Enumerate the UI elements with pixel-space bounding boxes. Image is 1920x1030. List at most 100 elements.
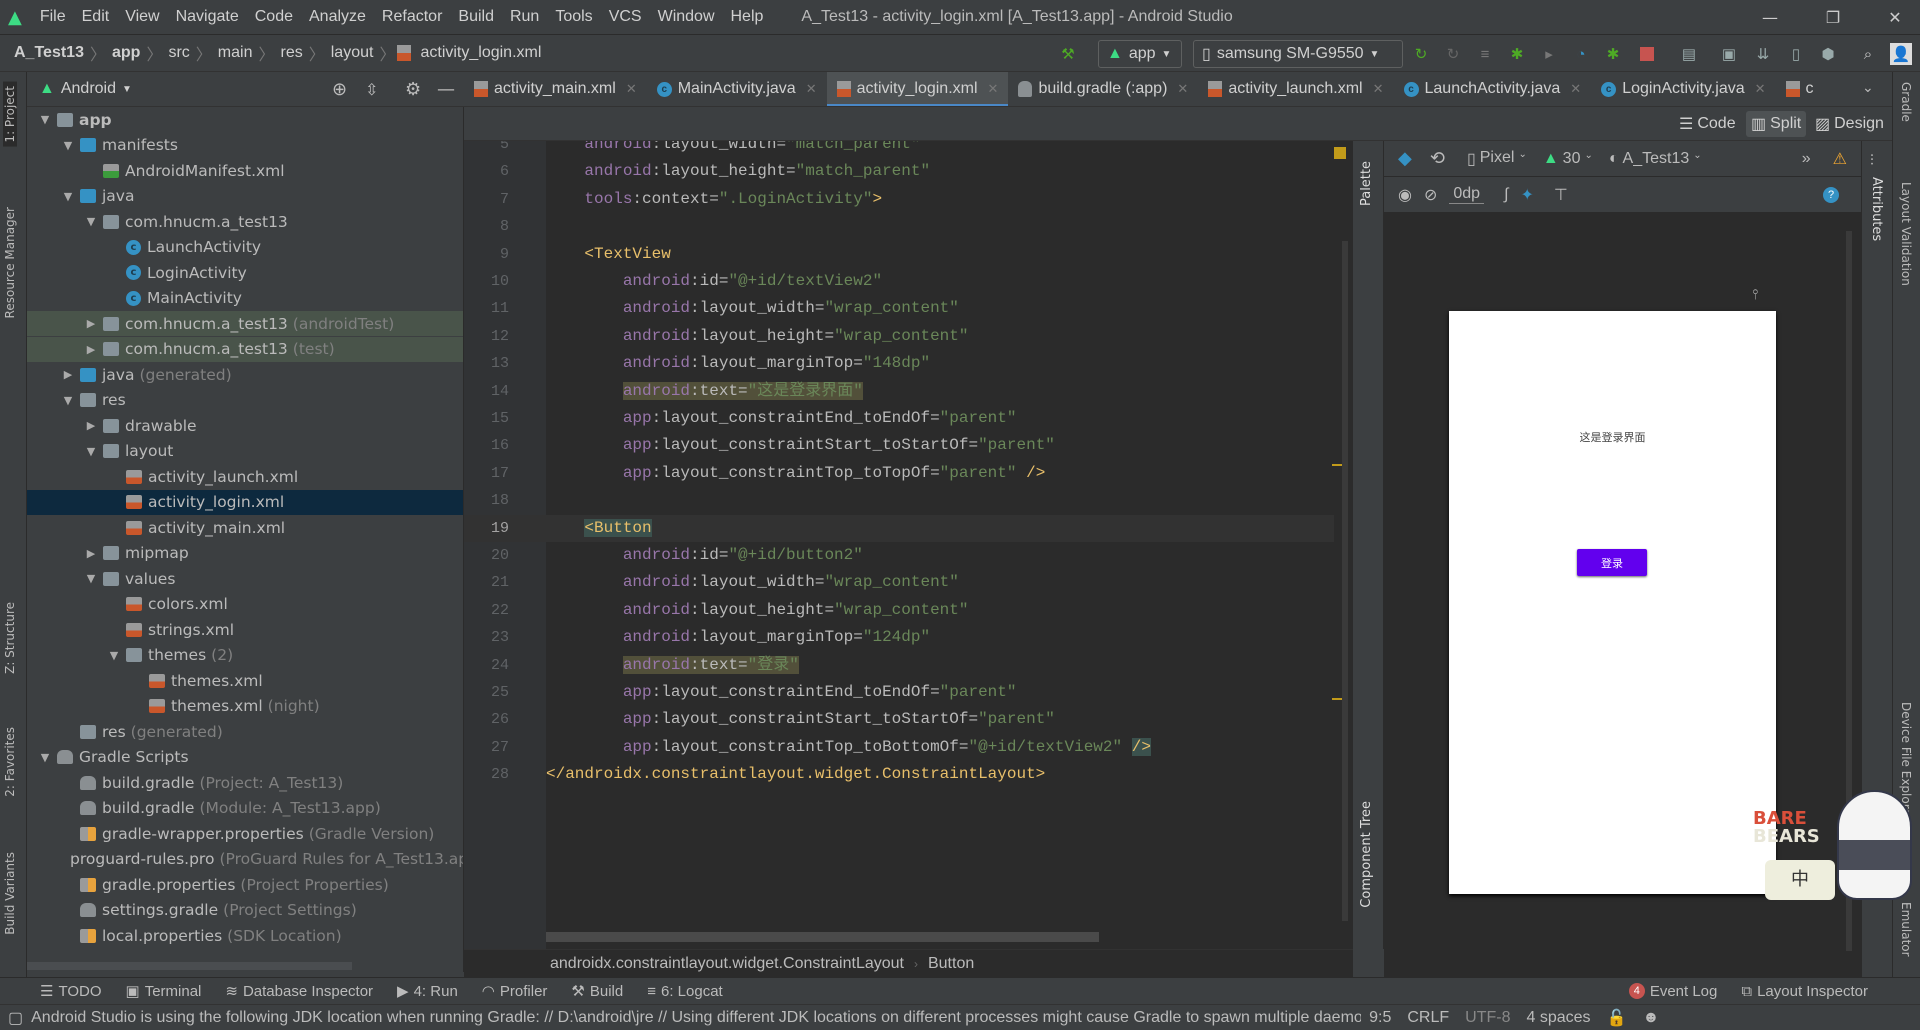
tool-window-terminal[interactable]: ▣ Terminal [114,982,214,1001]
layout-inspector-button[interactable]: ⧉ Layout Inspector [1729,983,1880,1000]
preview-textview[interactable]: 这是登录界面 [1449,429,1776,445]
project-view-dropdown[interactable]: ▲ Android ▼ [27,80,132,98]
tree-item[interactable]: ▼ layout [27,439,463,464]
breadcrumb-item[interactable]: activity_login.xml [416,44,545,62]
tree-item[interactable]: ▼ java [27,184,463,209]
make-project-icon[interactable]: ⚒ [1057,43,1079,65]
sdk-manager-icon[interactable]: ⇊ [1752,43,1774,65]
tree-item[interactable]: build.gradle (Module: A_Test13.app) [27,796,463,821]
tree-item[interactable]: c MainActivity [27,286,463,311]
tree-item[interactable]: themes.xml [27,668,463,693]
more-chevron-icon[interactable]: » [1802,150,1811,168]
api-selector[interactable]: ▲ 30 ⌄ [1543,150,1593,168]
device-manager-icon[interactable]: ▯ [1785,43,1807,65]
tree-item[interactable]: proguard-rules.pro (ProGuard Rules for A_… [27,847,463,872]
tree-item[interactable]: activity_launch.xml [27,464,463,489]
apply-code-changes-icon[interactable]: ↻ [1442,43,1464,65]
expanded-arrow-icon[interactable]: ▼ [60,394,76,407]
tree-item[interactable]: ▶ mipmap [27,541,463,566]
tree-item[interactable]: ▼ res [27,388,463,413]
tab-mainactivity-java[interactable]: c MainActivity.java ✕ [647,72,827,106]
menu-window[interactable]: Window [650,8,723,26]
debug-icon[interactable]: ✱ [1506,43,1528,65]
tool-tab-gradle[interactable]: Gradle [1899,82,1913,122]
code-line[interactable]: 6 android:layout_height="match_parent" [464,158,1334,185]
close-tab-icon[interactable]: ✕ [1755,81,1766,97]
close-tab-icon[interactable]: ✕ [1177,81,1188,97]
close-tab-icon[interactable]: ✕ [626,81,637,97]
tree-item[interactable]: AndroidManifest.xml [27,158,463,183]
tree-item[interactable]: ▼ values [27,566,463,591]
tree-item[interactable]: activity_login.xml [27,489,463,515]
mode-split-button[interactable]: ▥ Split [1746,111,1807,137]
expanded-arrow-icon[interactable]: ▼ [83,572,99,585]
code-line[interactable]: 15 app:layout_constraintEnd_toEndOf="par… [464,405,1334,432]
tool-tab-project[interactable]: 1: Project [3,82,17,147]
tree-item[interactable]: ▼ Gradle Scripts [27,745,463,770]
breadcrumb-item[interactable]: Button [928,955,974,973]
collapsed-arrow-icon[interactable]: ▶ [83,317,99,330]
expanded-arrow-icon[interactable]: ▼ [83,215,99,228]
tree-item[interactable]: gradle.properties (Project Properties) [27,872,463,897]
menu-help[interactable]: Help [723,8,772,26]
close-window-button[interactable]: ✕ [1870,0,1920,35]
line-separator[interactable]: CRLF [1399,1009,1457,1027]
collapsed-arrow-icon[interactable]: ▶ [83,343,99,356]
code-line[interactable]: 16 app:layout_constraintStart_toStartOf=… [464,432,1334,459]
search-icon[interactable]: ⌕ [1857,43,1879,65]
expanded-arrow-icon[interactable]: ▼ [106,649,122,662]
code-line[interactable]: 19 <Button [464,514,1334,542]
code-line[interactable]: 17 app:layout_constraintTop_toTopOf="par… [464,460,1334,487]
tree-item[interactable]: c LoginActivity [27,260,463,285]
tree-item[interactable]: ▼ app [27,107,463,132]
expanded-arrow-icon[interactable]: ▼ [37,751,53,764]
caret-position[interactable]: 9:5 [1361,1009,1399,1027]
code-line[interactable]: 5 android:layout_width="match_parent" [464,141,1334,158]
code-line[interactable]: 9 <TextView [464,241,1334,268]
collapsed-arrow-icon[interactable]: ▶ [83,419,99,432]
ime-overlay-sticker[interactable]: BARE BEARS 中 [1745,780,1920,920]
tool-window-4-run[interactable]: ▶ 4: Run [385,982,470,1001]
code-line[interactable]: 20 android:id="@+id/button2" [464,542,1334,569]
tree-item[interactable]: ▶ java (generated) [27,362,463,387]
code-line[interactable]: 12 android:layout_height="wrap_content" [464,323,1334,350]
tab-build-gradle-app-[interactable]: build.gradle (:app) ✕ [1008,72,1198,106]
collapsed-arrow-icon[interactable]: ▶ [60,368,76,381]
minimize-button[interactable]: — [1745,0,1795,35]
breadcrumb-item[interactable]: app [108,44,144,62]
code-line[interactable]: 24 android:text="登录" [464,652,1334,679]
code-line[interactable]: 10 android:id="@+id/textView2" [464,268,1334,295]
status-message[interactable]: Android Studio is using the following JD… [31,1009,1361,1027]
tree-item[interactable]: res (generated) [27,719,463,744]
apply-changes-icon[interactable]: ↻ [1410,43,1432,65]
menu-navigate[interactable]: Navigate [168,8,247,26]
inspector-icon[interactable]: ☻ [1634,1009,1667,1027]
menu-view[interactable]: View [117,8,167,26]
file-encoding[interactable]: UTF-8 [1457,1009,1518,1027]
menu-vcs[interactable]: VCS [601,8,650,26]
tab-launchactivity-java[interactable]: c LaunchActivity.java ✕ [1394,72,1592,106]
theme-selector[interactable]: ◐ A_Test13 ⌄ [1609,150,1702,168]
breadcrumb-item[interactable]: res [277,44,307,62]
attach-debugger-icon[interactable]: ▸ [1538,43,1560,65]
clear-constraints-icon[interactable]: ∫ [1504,186,1508,204]
tree-item[interactable]: build.gradle (Project: A_Test13) [27,770,463,795]
menu-tools[interactable]: Tools [547,8,600,26]
tool-window-6-logcat[interactable]: ≡ 6: Logcat [635,982,734,1000]
preview-login-button[interactable]: 登录 [1577,549,1647,576]
code-line[interactable]: 22 android:layout_height="wrap_content" [464,597,1334,624]
menu-build[interactable]: Build [450,8,502,26]
code-line[interactable]: 26 app:layout_constraintStart_toStartOf=… [464,706,1334,733]
breadcrumb-item[interactable]: src [164,44,193,62]
collapsed-arrow-icon[interactable]: ▶ [83,547,99,560]
sync-icon[interactable]: ≡ [1474,43,1496,65]
code-line[interactable]: 21 android:layout_width="wrap_content" [464,569,1334,596]
code-line[interactable]: 18 [464,487,1334,514]
code-line[interactable]: 11 android:layout_width="wrap_content" [464,295,1334,322]
palette-tab[interactable]: Palette [1359,161,1374,206]
menu-run[interactable]: Run [502,8,547,26]
expanded-arrow-icon[interactable]: ▼ [37,113,53,126]
menu-edit[interactable]: Edit [74,8,118,26]
tree-item[interactable]: ▼ themes (2) [27,643,463,668]
event-log-button[interactable]: 4 Event Log [1617,983,1730,1000]
